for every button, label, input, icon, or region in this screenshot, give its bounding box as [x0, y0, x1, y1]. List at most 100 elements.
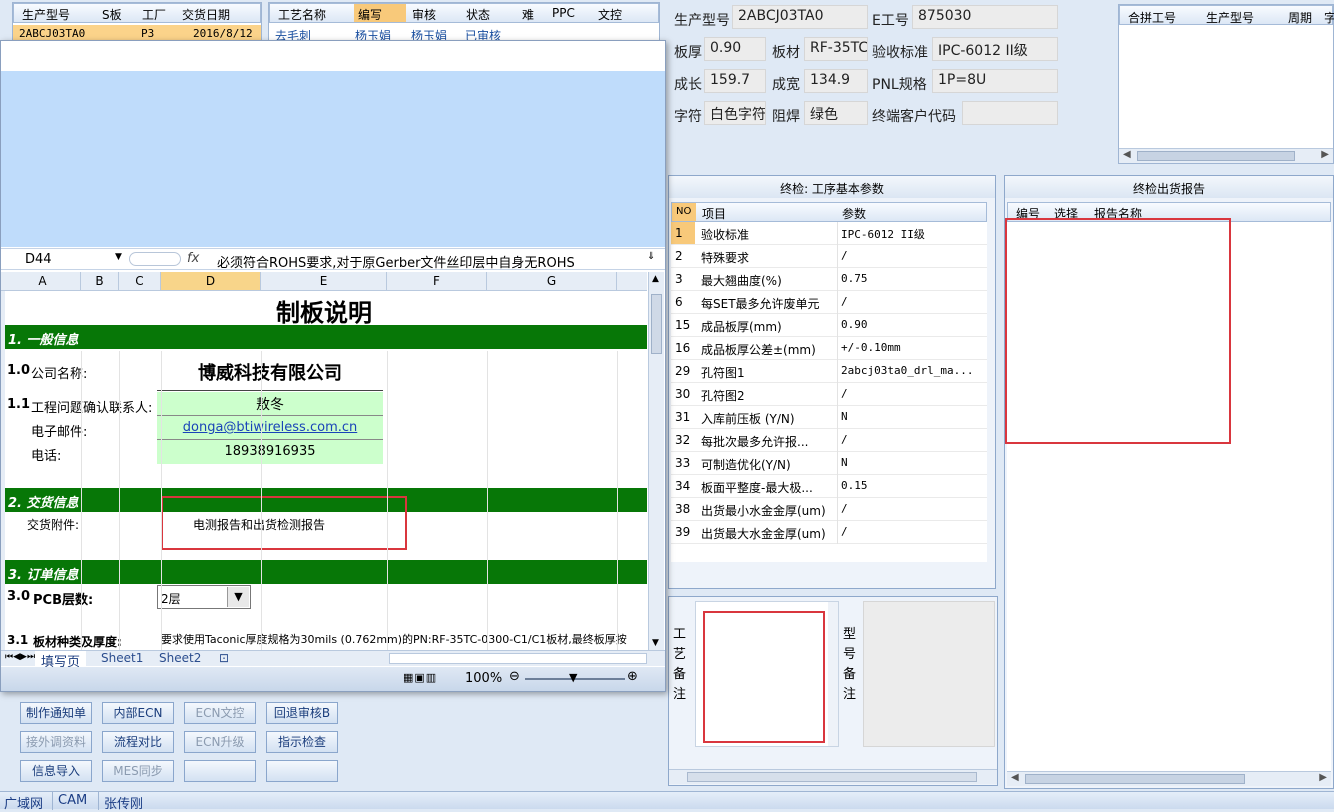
mask-field[interactable]: 绿色 — [804, 101, 868, 125]
action-button[interactable]: 回退审核B — [266, 702, 338, 724]
action-button[interactable]: 制作通知单 — [20, 702, 92, 724]
column-header[interactable]: B — [81, 272, 119, 290]
name-box[interactable]: D44 — [25, 252, 52, 267]
param-row[interactable]: 16 成品板厚公差±(mm) +/-0.10mm — [671, 337, 987, 360]
column-header[interactable]: C — [119, 272, 161, 290]
zoom-in-icon[interactable]: ⊕ — [627, 669, 638, 684]
tab-sheet2[interactable]: Sheet2 — [159, 651, 201, 666]
report-scroll-thumb[interactable] — [1025, 774, 1245, 784]
report-hscrollbar[interactable]: ◀ ▶ — [1007, 771, 1331, 786]
contact-value[interactable]: 敖冬 — [157, 392, 383, 416]
action-button[interactable]: 流程对比 — [102, 731, 174, 753]
action-button[interactable]: 接外调资料 — [20, 731, 92, 753]
column-header[interactable]: D — [161, 272, 261, 290]
param-row[interactable]: 32 每批次最多允许报... / — [671, 429, 987, 452]
column-header[interactable]: G — [487, 272, 617, 290]
column-header[interactable]: F — [387, 272, 487, 290]
thickness-field[interactable]: 0.90 — [704, 37, 766, 61]
action-button[interactable]: ECN升级 — [184, 731, 256, 753]
tab-sheet1[interactable]: Sheet1 — [101, 651, 143, 666]
formula-divider-handle[interactable] — [129, 252, 181, 266]
model-notes-field[interactable] — [863, 601, 995, 747]
action-button[interactable] — [184, 760, 256, 782]
formula-input[interactable]: 必须符合ROHS要求,对于原Gerber文件丝印层中自身无ROHS — [217, 252, 575, 271]
eno-field[interactable]: 875030 — [912, 5, 1058, 29]
col-model[interactable]: 生产型号 — [22, 6, 70, 23]
material-thickness-value[interactable]: 要求使用Taconic厚度规格为30mils (0.762mm)的PN:RF-3… — [161, 631, 647, 647]
merge-scroll-thumb[interactable] — [1137, 151, 1295, 161]
col-merge-period[interactable]: 周期 — [1288, 9, 1312, 26]
action-button[interactable]: 信息导入 — [20, 760, 92, 782]
scroll-down-icon[interactable]: ▼ — [652, 638, 659, 648]
col-factory[interactable]: 工厂 — [142, 6, 166, 23]
column-header[interactable]: A — [5, 272, 81, 290]
name-box-dropdown-icon[interactable]: ▼ — [115, 252, 122, 262]
standard-field[interactable]: IPC-6012 II级 — [932, 37, 1058, 61]
param-row[interactable]: 38 出货最小水金金厚(um) / — [671, 498, 987, 521]
char-field[interactable]: 白色字符 — [704, 101, 766, 125]
col-no[interactable]: NO — [672, 203, 696, 221]
notes-scroll-thumb[interactable] — [687, 772, 977, 782]
phone-value[interactable]: 18938916935 — [157, 440, 383, 464]
col-merge-eno[interactable]: 合拼工号 — [1128, 9, 1176, 26]
col-merge-extra[interactable]: 字 — [1324, 9, 1334, 26]
merge-hscrollbar[interactable]: ◀ ▶ — [1119, 148, 1333, 163]
param-row[interactable]: 30 孔符图2 / — [671, 383, 987, 406]
sheet-hscrollbar[interactable] — [389, 653, 647, 664]
scroll-up-icon[interactable]: ▲ — [652, 274, 659, 284]
email-link[interactable]: donga@btiwireless.com.cn — [157, 416, 383, 440]
action-button[interactable] — [266, 760, 338, 782]
param-row[interactable]: 15 成品板厚(mm) 0.90 — [671, 314, 987, 337]
length-field[interactable]: 159.7 — [704, 69, 766, 93]
col-delivery[interactable]: 交货日期 — [182, 6, 230, 23]
process-notes-scrollbar[interactable] — [828, 602, 838, 746]
zoom-out-icon[interactable]: ⊖ — [509, 669, 520, 684]
scroll-left-icon[interactable]: ◀ — [1011, 772, 1019, 783]
col-reviewer[interactable]: 审核 — [412, 6, 436, 23]
col-doc[interactable]: 文控 — [598, 6, 622, 23]
col-writer[interactable]: 编写 — [354, 4, 406, 22]
notes-hscrollbar[interactable] — [669, 769, 997, 784]
formula-expand-icon[interactable]: ⇓ — [647, 251, 655, 262]
param-row[interactable]: 33 可制造优化(Y/N) N — [671, 452, 987, 475]
layers-select[interactable]: 2层 ▼ — [157, 585, 251, 609]
tab-fill-page[interactable]: 填写页 — [35, 651, 87, 670]
param-row[interactable]: 39 出货最大水金金厚(um) / — [671, 521, 987, 544]
param-row[interactable]: 34 板面平整度-最大极... 0.15 — [671, 475, 987, 498]
param-row[interactable]: 29 孔符图1 2abcj03ta0_drl_ma... — [671, 360, 987, 383]
col-merge-model[interactable]: 生产型号 — [1206, 9, 1254, 26]
param-row[interactable]: 6 每SET最多允许废单元 / — [671, 291, 987, 314]
column-header[interactable]: E — [261, 272, 387, 290]
action-button[interactable]: ECN文控 — [184, 702, 256, 724]
col-value[interactable]: 参数 — [842, 205, 866, 222]
param-row[interactable]: 1 验收标准 IPC-6012 II级 — [671, 222, 987, 245]
col-item[interactable]: 项目 — [702, 205, 726, 222]
material-field[interactable]: RF-35TC — [804, 37, 868, 61]
tab-nav-icon[interactable]: ⏮◀▶⏭ — [5, 652, 35, 662]
scroll-left-icon[interactable]: ◀ — [1123, 149, 1131, 160]
fx-icon[interactable]: fx — [187, 251, 199, 266]
col-difficulty[interactable]: 难 — [522, 6, 534, 23]
customer-field[interactable] — [962, 101, 1058, 125]
model-field[interactable]: 2ABCJ03TA0 — [732, 5, 868, 29]
sheet-vscrollbar[interactable]: ▲ ▼ — [648, 272, 664, 650]
col-s-board[interactable]: S板 — [102, 6, 122, 23]
param-row[interactable]: 31 入库前压板 (Y/N) N — [671, 406, 987, 429]
width-field[interactable]: 134.9 — [804, 69, 868, 93]
col-ppc[interactable]: PPC — [552, 6, 575, 20]
col-process[interactable]: 工艺名称 — [278, 6, 326, 23]
action-button[interactable]: MES同步 — [102, 760, 174, 782]
col-status[interactable]: 状态 — [466, 6, 490, 23]
zoom-level[interactable]: 100% — [465, 671, 502, 686]
scroll-right-icon[interactable]: ▶ — [1321, 149, 1329, 160]
new-sheet-icon[interactable]: ⊡ — [219, 651, 229, 666]
action-button[interactable]: 内部ECN — [102, 702, 174, 724]
action-button[interactable]: 指示检查 — [266, 731, 338, 753]
company-value[interactable]: 博威科技有限公司 — [157, 351, 383, 391]
chevron-down-icon[interactable]: ▼ — [227, 587, 249, 607]
pnl-field[interactable]: 1P=8U — [932, 69, 1058, 93]
sheet-vscroll-thumb[interactable] — [651, 294, 662, 354]
scroll-right-icon[interactable]: ▶ — [1319, 772, 1327, 783]
view-mode-icons[interactable]: ▦▣▥ — [403, 671, 437, 684]
param-row[interactable]: 3 最大翘曲度(%) 0.75 — [671, 268, 987, 291]
